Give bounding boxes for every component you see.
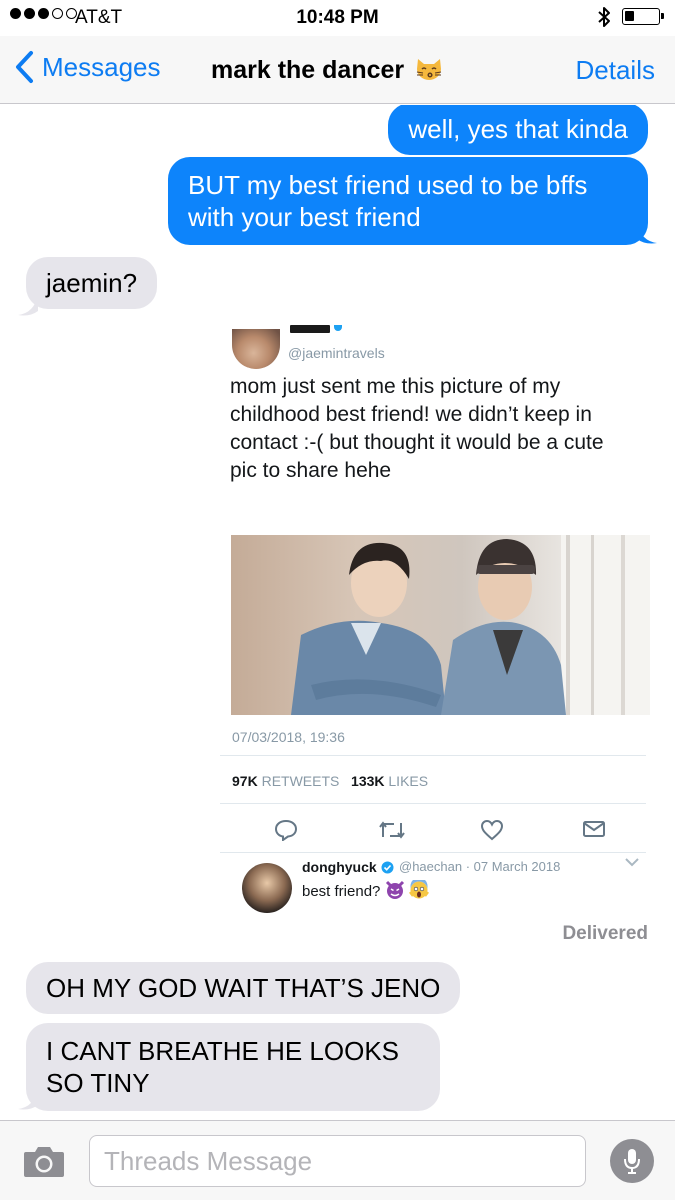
bubble-tail-icon: [18, 1089, 38, 1110]
received-message-bubble[interactable]: I CANT BREATHE HE LOOKS SO TINY: [26, 1023, 440, 1111]
verified-badge-icon: [381, 861, 394, 874]
message-text-line: BUT my best friend used to be bffs: [188, 170, 588, 200]
divider: [220, 803, 646, 804]
back-label: Messages: [42, 51, 161, 82]
camera-icon[interactable]: [22, 1143, 66, 1179]
chevron-left-icon: [16, 51, 33, 83]
sent-message-bubble[interactable]: BUT my best friend used to be bffs with …: [168, 157, 648, 245]
microphone-button[interactable]: [610, 1139, 654, 1183]
message-text: jaemin?: [46, 268, 138, 298]
tweet-text-line: mom just sent me this picture of my: [230, 375, 561, 398]
message-input-bar: [0, 1120, 675, 1200]
reply-display-name: donghyuck: [302, 859, 394, 875]
status-bar: AT&T 10:48 PM: [0, 0, 675, 36]
details-button[interactable]: Details: [576, 55, 655, 86]
conversation-title[interactable]: mark the dancer: [211, 55, 444, 85]
message-text-line: I CANT BREATHE HE LOOKS: [46, 1036, 400, 1066]
tweet-text: mom just sent me this picture of my chil…: [230, 373, 645, 485]
message-text: OH MY GOD WAIT THAT’S JENO: [46, 973, 441, 1003]
tweet-photo: [231, 535, 650, 715]
bluetooth-icon: [598, 7, 610, 27]
status-time: 10:48 PM: [296, 7, 379, 28]
tweet-text-line: contact :-( but thought it would be a cu…: [230, 431, 604, 454]
reply-text: best friend?: [302, 877, 429, 900]
tweet-screenshot-image[interactable]: @jaemintravels mom just sent me this pic…: [218, 325, 658, 923]
contact-name: mark the dancer: [211, 55, 405, 84]
reply-avatar: [242, 863, 292, 913]
tweet-display-name-cropped: [290, 325, 330, 333]
message-text: well, yes that kinda: [408, 114, 628, 144]
tweet-avatar: [232, 329, 280, 369]
sent-message-bubble[interactable]: well, yes that kinda: [388, 105, 648, 155]
message-thread: well, yes that kinda BUT my best friend …: [0, 105, 675, 1120]
message-input[interactable]: [89, 1135, 586, 1187]
received-message-bubble[interactable]: jaemin?: [26, 257, 158, 309]
retweet-label: RETWEETS: [261, 773, 340, 789]
microphone-icon: [624, 1149, 640, 1174]
navigation-bar: Messages mark the dancer Details: [0, 36, 675, 104]
reply-meta: @haechan · 07 March 2018: [399, 859, 561, 874]
screaming-face-emoji-icon: [408, 877, 429, 899]
kissing-cat-emoji-icon: [417, 59, 442, 80]
bubble-tail-icon: [18, 295, 38, 316]
tweet-text-line: childhood best friend! we didn’t keep in: [230, 403, 592, 426]
like-label: LIKES: [388, 773, 429, 789]
divider: [220, 755, 646, 756]
reply-icon: [274, 819, 298, 841]
retweet-icon: [379, 821, 405, 839]
verified-badge-icon: [334, 325, 342, 331]
message-icon: [583, 821, 605, 837]
battery-icon: [622, 8, 664, 25]
back-button[interactable]: Messages: [14, 50, 161, 84]
retweet-count: 97K: [232, 773, 258, 789]
delivered-status: Delivered: [562, 923, 648, 944]
received-message-bubble[interactable]: OH MY GOD WAIT THAT’S JENO: [26, 962, 461, 1014]
message-text-line: SO TINY: [46, 1068, 150, 1098]
tweet-handle: @jaemintravels: [288, 345, 385, 361]
heart-icon: [480, 819, 504, 841]
tweet-timestamp: 07/03/2018, 19:36: [232, 729, 345, 745]
like-count: 133K: [351, 773, 385, 789]
bubble-tail-icon: [637, 223, 657, 244]
devil-face-emoji-icon: [385, 880, 404, 899]
tweet-stats: 97K RETWEETS 133K LIKES: [232, 773, 428, 789]
tweet-reply: donghyuck @haechan · 07 March 2018 best …: [218, 853, 658, 923]
tweet-text-line: pic to share hehe: [230, 459, 392, 482]
chevron-down-icon: [625, 858, 639, 867]
message-text-line: with your best friend: [188, 202, 421, 232]
